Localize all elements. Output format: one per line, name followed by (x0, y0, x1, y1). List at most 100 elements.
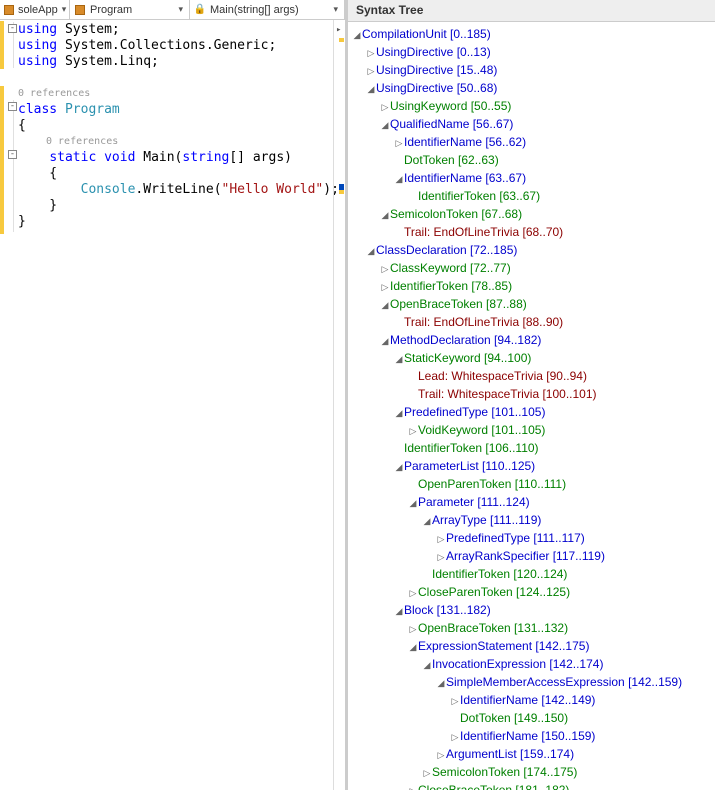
tree-node[interactable]: ExpressionStatement [142..175) (418, 639, 589, 653)
tree-node[interactable]: IdentifierToken [120..124) (432, 567, 567, 581)
tree-node[interactable]: InvocationExpression [142..174) (432, 657, 603, 671)
expand-toggle[interactable]: ▷ (380, 261, 390, 278)
nav-project-label: soleApp (18, 4, 58, 16)
expand-toggle[interactable]: ▷ (436, 747, 446, 764)
expand-toggle[interactable]: ◢ (380, 333, 390, 350)
tree-node[interactable]: UsingDirective [0..13) (376, 45, 491, 59)
tree-node[interactable]: Trail: EndOfLineTrivia [68..70) (404, 225, 563, 239)
tree-node[interactable]: IdentifierToken [78..85) (390, 279, 512, 293)
nav-member-dropdown[interactable]: 🔒 Main(string[] args) ▾ (190, 0, 345, 19)
syntax-tree-pane: Syntax Tree ◢CompilationUnit [0..185) ▷U… (348, 0, 715, 790)
tree-node[interactable]: Trail: WhitespaceTrivia [100..101) (418, 387, 597, 401)
nav-class-label: Program (90, 4, 132, 16)
tree-node[interactable]: Block [131..182) (404, 603, 491, 617)
codelens-references[interactable]: 0 references (18, 134, 339, 150)
expand-toggle[interactable]: ▷ (366, 45, 376, 62)
expand-toggle[interactable]: ▷ (450, 729, 460, 746)
expand-toggle[interactable]: ◢ (366, 243, 376, 260)
codelens-references[interactable]: 0 references (18, 86, 339, 102)
nav-class-dropdown[interactable]: Program ▾ (70, 0, 190, 19)
tree-node[interactable]: ClassKeyword [72..77) (390, 261, 511, 275)
expand-toggle[interactable]: ▷ (408, 621, 418, 638)
change-marker (0, 21, 4, 69)
expand-toggle[interactable]: ◢ (394, 459, 404, 476)
tree-node[interactable]: IdentifierName [142..149) (460, 693, 595, 707)
tree-node[interactable]: ParameterList [110..125) (404, 459, 535, 473)
chevron-down-icon: ▾ (62, 4, 67, 15)
fold-toggle[interactable]: - (8, 102, 17, 111)
fold-toggle[interactable]: - (8, 150, 17, 159)
tree-node[interactable]: DotToken [62..63) (404, 153, 499, 167)
change-marker (0, 86, 4, 234)
tree-node[interactable]: Lead: WhitespaceTrivia [90..94) (418, 369, 587, 383)
expand-toggle[interactable]: ◢ (422, 657, 432, 674)
tree-node[interactable]: PredefinedType [101..105) (404, 405, 545, 419)
editor-overview-ruler[interactable]: ▸ (333, 20, 345, 790)
tree-node[interactable]: DotToken [149..150) (460, 711, 568, 725)
expand-toggle[interactable]: ▷ (408, 783, 418, 790)
expand-toggle[interactable]: ▷ (408, 585, 418, 602)
expand-toggle[interactable]: ◢ (394, 603, 404, 620)
expand-toggle[interactable]: ◢ (436, 675, 446, 692)
tree-node[interactable]: IdentifierName [150..159) (460, 729, 595, 743)
expand-toggle[interactable]: ◢ (408, 639, 418, 656)
tree-node[interactable]: VoidKeyword [101..105) (418, 423, 545, 437)
tree-node[interactable]: QualifiedName [56..67) (390, 117, 513, 131)
tree-node[interactable]: MethodDeclaration [94..182) (390, 333, 541, 347)
tree-node[interactable]: ClassDeclaration [72..185) (376, 243, 517, 257)
tree-node[interactable]: OpenBraceToken [87..88) (390, 297, 527, 311)
expand-toggle[interactable]: ◢ (422, 513, 432, 530)
expand-toggle[interactable]: ▷ (436, 549, 446, 566)
tree-node[interactable]: SimpleMemberAccessExpression [142..159) (446, 675, 682, 689)
expand-toggle[interactable]: ▷ (380, 279, 390, 296)
tree-node[interactable]: CompilationUnit [0..185) (362, 27, 491, 41)
tree-node[interactable]: CloseParenToken [124..125) (418, 585, 570, 599)
tree-node[interactable]: ArrayType [111..119) (432, 513, 541, 527)
expand-toggle[interactable]: ▷ (450, 693, 460, 710)
expand-toggle[interactable]: ◢ (380, 207, 390, 224)
expand-toggle[interactable]: ◢ (394, 351, 404, 368)
tree-node[interactable]: Parameter [111..124) (418, 495, 530, 509)
expand-toggle[interactable]: ◢ (352, 27, 362, 44)
tree-node[interactable]: ArrayRankSpecifier [117..119) (446, 549, 605, 563)
tree-node[interactable]: SemicolonToken [67..68) (390, 207, 522, 221)
code-content[interactable]: using System; using System.Collections.G… (18, 22, 339, 230)
navigation-bar: soleApp ▾ Program ▾ 🔒 Main(string[] args… (0, 0, 345, 20)
syntax-tree[interactable]: ◢CompilationUnit [0..185) ▷UsingDirectiv… (348, 22, 715, 790)
expand-toggle[interactable]: ▷ (394, 135, 404, 152)
tree-node[interactable]: CloseBraceToken [181..182) (418, 783, 569, 790)
split-icon[interactable]: ▸ (336, 22, 341, 38)
code-editor[interactable]: - - - using System; using System.Collect… (0, 20, 345, 790)
tree-node[interactable]: UsingDirective [50..68) (376, 81, 497, 95)
tree-node[interactable]: IdentifierName [63..67) (404, 171, 526, 185)
expand-toggle[interactable]: ◢ (366, 81, 376, 98)
expand-toggle[interactable]: ◢ (380, 117, 390, 134)
tree-node[interactable]: UsingKeyword [50..55) (390, 99, 511, 113)
tree-node[interactable]: OpenParenToken [110..111) (418, 477, 566, 491)
nav-project-dropdown[interactable]: soleApp ▾ (0, 0, 70, 19)
code-editor-pane: soleApp ▾ Program ▾ 🔒 Main(string[] args… (0, 0, 348, 790)
tree-node[interactable]: IdentifierToken [63..67) (418, 189, 540, 203)
expand-toggle[interactable]: ◢ (408, 495, 418, 512)
expand-toggle[interactable]: ▷ (408, 423, 418, 440)
expand-toggle[interactable]: ◢ (380, 297, 390, 314)
nav-member-label: Main(string[] args) (210, 4, 299, 16)
expand-toggle[interactable]: ▷ (366, 63, 376, 80)
expand-toggle[interactable]: ◢ (394, 171, 404, 188)
tree-node[interactable]: Trail: EndOfLineTrivia [88..90) (404, 315, 563, 329)
tree-node[interactable]: UsingDirective [15..48) (376, 63, 497, 77)
expand-toggle[interactable]: ▷ (436, 531, 446, 548)
class-icon (74, 4, 86, 16)
tree-node[interactable]: IdentifierToken [106..110) (404, 441, 539, 455)
expand-toggle[interactable]: ▷ (422, 765, 432, 782)
expand-toggle[interactable]: ▷ (380, 99, 390, 116)
tree-node[interactable]: OpenBraceToken [131..132) (418, 621, 568, 635)
expand-toggle[interactable]: ◢ (394, 405, 404, 422)
tree-node[interactable]: IdentifierName [56..62) (404, 135, 526, 149)
tree-node[interactable]: SemicolonToken [174..175) (432, 765, 577, 779)
tree-node[interactable]: ArgumentList [159..174) (446, 747, 574, 761)
tree-node[interactable]: StaticKeyword [94..100) (404, 351, 531, 365)
method-icon: 🔒 (194, 4, 206, 16)
tree-node[interactable]: PredefinedType [111..117) (446, 531, 585, 545)
fold-toggle[interactable]: - (8, 24, 17, 33)
